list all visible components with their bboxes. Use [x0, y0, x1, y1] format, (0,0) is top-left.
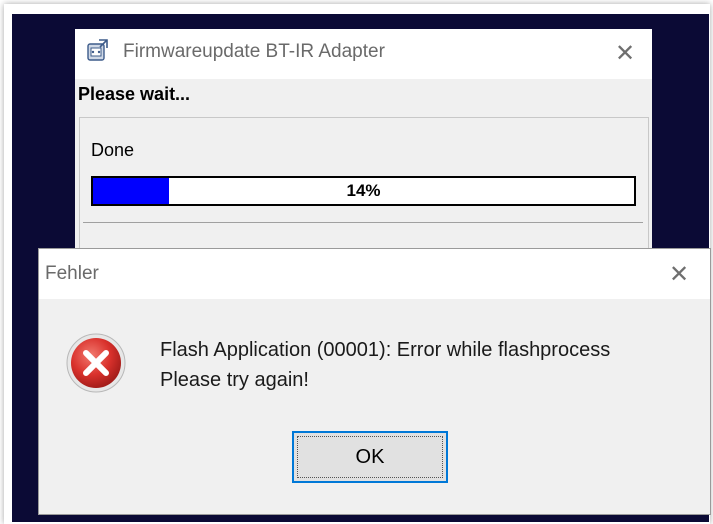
- error-icon: [64, 331, 128, 395]
- dialog-title: Fehler: [45, 263, 99, 284]
- error-message-line1: Flash Application (00001): Error while f…: [160, 339, 611, 361]
- application-icon: [85, 39, 109, 63]
- error-message-line2: Please try again!: [160, 369, 309, 391]
- status-text: Done: [91, 140, 135, 160]
- please-wait-heading: Please wait...: [78, 84, 191, 104]
- title-bar[interactable]: Firmwareupdate BT-IR Adapter ✕: [75, 29, 652, 79]
- firmware-update-window: Firmwareupdate BT-IR Adapter ✕ Please wa…: [75, 29, 652, 269]
- close-icon[interactable]: ✕: [615, 42, 635, 66]
- close-icon[interactable]: ✕: [669, 263, 689, 287]
- divider: [83, 222, 643, 223]
- progress-label: 14%: [346, 181, 381, 200]
- window-title: Firmwareupdate BT-IR Adapter: [123, 41, 385, 62]
- ok-button-label: OK: [355, 446, 385, 468]
- dialog-title-bar[interactable]: Fehler ✕: [39, 249, 710, 299]
- ok-button[interactable]: OK: [292, 431, 448, 483]
- error-message: Flash Application (00001): Error while f…: [160, 335, 610, 395]
- error-dialog: Fehler ✕ Flash Application (00001): Erro…: [38, 248, 711, 515]
- progress-bar: 14%: [91, 176, 636, 206]
